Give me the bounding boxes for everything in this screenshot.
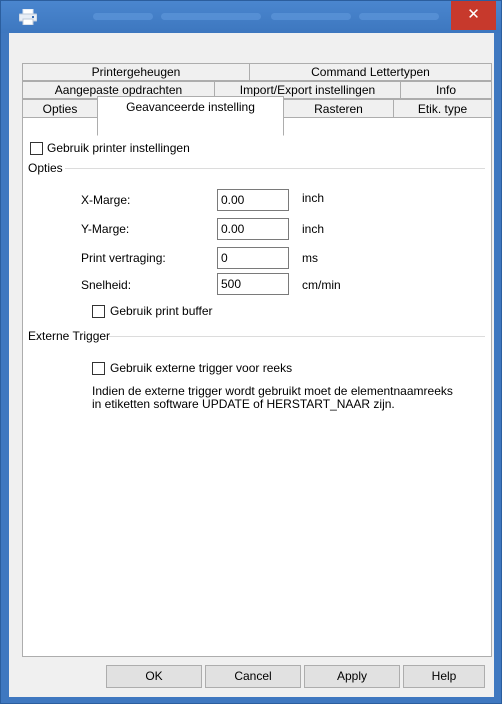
external-trigger-group-title: Externe Trigger [28,329,111,343]
tab-label: Printergeheugen [91,65,181,79]
trigger-note-line-1: Indien de externe trigger wordt gebruikt… [92,384,453,398]
tab-page-advanced: Gebruik printer instellingen Opties X-Ma… [22,117,492,657]
print-delay-label: Print vertraging: [81,251,166,265]
external-trigger-group-divider [109,336,485,337]
tab-label: Aangepaste opdrachten [54,83,183,97]
cancel-button[interactable]: Cancel [205,665,301,688]
title-blur-segment [161,13,261,20]
external-trigger-label: Gebruik externe trigger voor reeks [110,361,293,375]
speed-input[interactable]: 500 [217,273,289,295]
tab-command-lettertypen[interactable]: Command Lettertypen [249,63,492,81]
x-margin-label: X-Marge: [81,193,131,207]
title-blur-segment [359,13,439,20]
tab-geavanceerde-instelling[interactable]: Geavanceerde instelling [97,96,284,136]
print-buffer-label: Gebruik print buffer [110,304,213,318]
tab-label: Import/Export instellingen [239,83,376,97]
external-trigger-checkbox[interactable] [92,362,105,375]
x-margin-unit: inch [302,191,325,205]
tab-label: Info [435,83,456,97]
tab-label: Command Lettertypen [311,65,430,79]
options-group-title: Opties [28,161,63,175]
title-bar[interactable]: ✕ [1,1,501,33]
printer-icon [18,8,38,26]
tab-label: Opties [42,102,78,116]
apply-button[interactable]: Apply [304,665,400,688]
trigger-note-line-2: in etiketten software UPDATE of HERSTART… [92,397,395,411]
tab-rasteren[interactable]: Rasteren [283,99,394,119]
ok-button[interactable]: OK [106,665,202,688]
y-margin-label: Y-Marge: [81,222,130,236]
title-blur-segment [93,13,153,20]
use-printer-settings-checkbox[interactable] [30,142,43,155]
title-blur-segment [271,13,351,20]
tab-info[interactable]: Info [400,81,492,99]
tab-label: Etik. type [417,102,468,116]
dialog-client-area: Printergeheugen Command Lettertypen Aang… [9,33,494,697]
y-margin-input[interactable]: 0.00 [217,218,289,240]
tab-label: Rasteren [314,102,363,116]
speed-label: Snelheid: [81,278,132,292]
settings-dialog: ✕ Printergeheugen Command Lettertypen Aa… [0,0,502,704]
close-icon: ✕ [467,6,480,23]
print-delay-unit: ms [302,251,318,265]
options-group-divider [65,168,485,169]
tab-etik-type[interactable]: Etik. type [393,99,492,119]
use-printer-settings-label: Gebruik printer instellingen [47,141,190,155]
close-button[interactable]: ✕ [451,1,496,30]
speed-unit: cm/min [302,278,341,292]
tab-opties[interactable]: Opties [22,99,98,119]
print-delay-input[interactable]: 0 [217,247,289,269]
print-buffer-checkbox[interactable] [92,305,105,318]
y-margin-unit: inch [302,222,325,236]
x-margin-input[interactable]: 0.00 [217,189,289,211]
help-button[interactable]: Help [403,665,485,688]
tab-printergeheugen[interactable]: Printergeheugen [22,63,250,81]
tab-label: Geavanceerde instelling [126,100,255,114]
